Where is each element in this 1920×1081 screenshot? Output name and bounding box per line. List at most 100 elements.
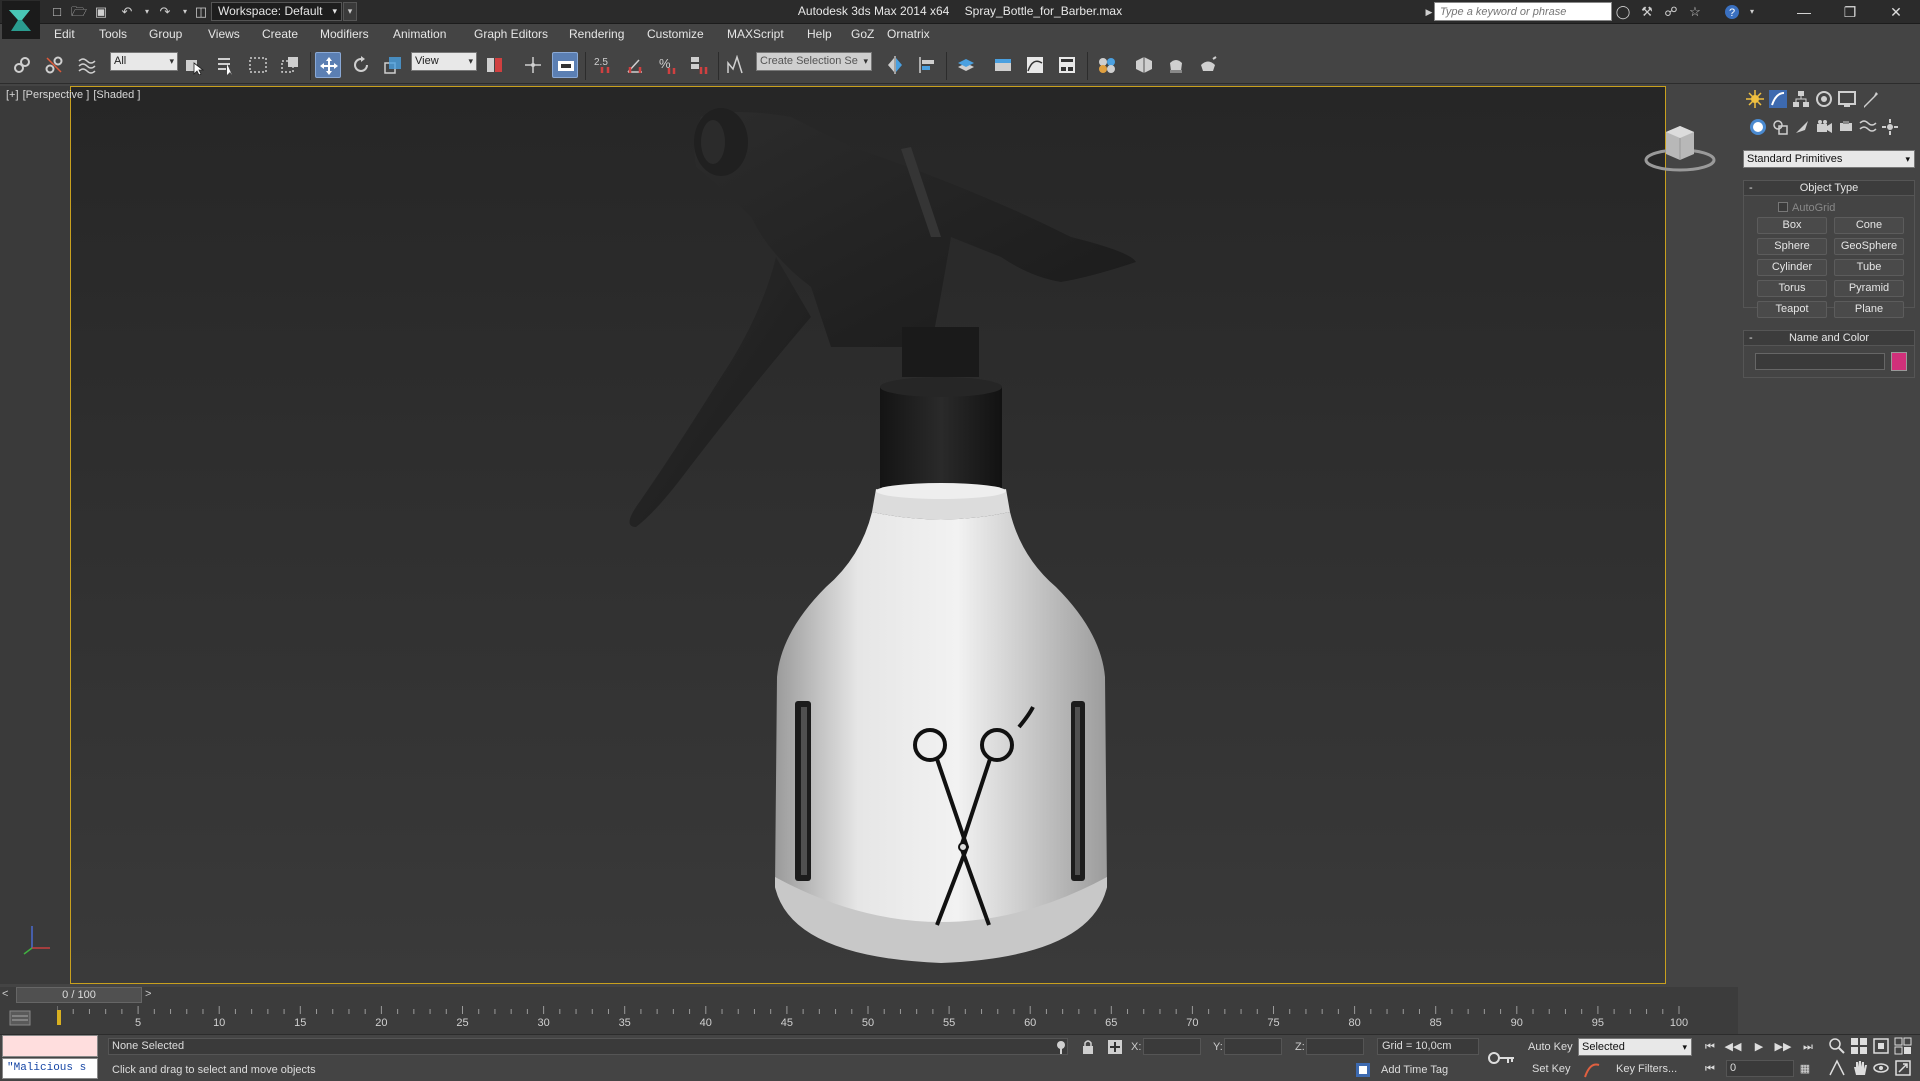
display-tab-icon[interactable] bbox=[1837, 89, 1857, 109]
trackbar-ruler[interactable]: 5 10 15 20 25 30 35 40 45 50 55 60 65 70 75 80 85 90 95 100 bbox=[57, 1004, 1737, 1034]
time-configuration-icon[interactable]: ▦ bbox=[1796, 1061, 1814, 1077]
pivot-center-icon[interactable] bbox=[481, 52, 507, 78]
schematic-view-icon[interactable] bbox=[1054, 52, 1080, 78]
track-bar[interactable]: 5 10 15 20 25 30 35 40 45 50 55 60 65 70 75 80 85 90 95 100 bbox=[0, 1004, 1738, 1034]
y-coordinate-input[interactable] bbox=[1224, 1038, 1282, 1055]
bind-space-warp-icon[interactable] bbox=[74, 52, 100, 78]
menu-animation[interactable]: Animation bbox=[393, 27, 446, 41]
angle-snap-icon[interactable] bbox=[622, 52, 648, 78]
close-icon[interactable]: ✕ bbox=[1873, 0, 1919, 24]
subscription-icon[interactable]: ⚒ bbox=[1638, 3, 1656, 21]
spray-bottle-model[interactable] bbox=[71, 87, 1666, 984]
select-and-rotate-icon[interactable] bbox=[348, 52, 374, 78]
menu-customize[interactable]: Customize bbox=[647, 27, 704, 41]
name-and-color-rollout-header[interactable]: - Name and Color bbox=[1743, 330, 1915, 346]
primitive-category-dropdown[interactable]: Standard Primitives ▾ bbox=[1743, 150, 1915, 168]
box-button[interactable]: Box bbox=[1757, 217, 1827, 234]
geosphere-button[interactable]: GeoSphere bbox=[1834, 238, 1904, 255]
select-manipulate-icon[interactable] bbox=[520, 52, 546, 78]
viewport-shading-label[interactable]: [Shaded ] bbox=[93, 89, 140, 101]
utilities-tab-icon[interactable] bbox=[1860, 89, 1880, 109]
auto-key-button[interactable]: Auto Key bbox=[1528, 1039, 1573, 1057]
cone-button[interactable]: Cone bbox=[1834, 217, 1904, 234]
select-object-icon[interactable] bbox=[181, 52, 207, 78]
cameras-icon[interactable] bbox=[1815, 118, 1833, 136]
viewport-pov-label[interactable]: [Perspective ] bbox=[23, 89, 90, 101]
hierarchy-tab-icon[interactable] bbox=[1791, 89, 1811, 109]
menu-tools[interactable]: Tools bbox=[99, 27, 127, 41]
time-slider-thumb[interactable]: 0 / 100 bbox=[16, 987, 142, 1003]
object-type-rollout-header[interactable]: - Object Type bbox=[1743, 180, 1915, 196]
render-setup-icon[interactable] bbox=[1131, 52, 1157, 78]
absolute-mode-transform-icon[interactable] bbox=[1107, 1039, 1123, 1055]
time-slider-next-arrow[interactable]: > bbox=[145, 988, 151, 1000]
modify-tab-icon[interactable] bbox=[1768, 89, 1788, 109]
render-production-icon[interactable] bbox=[1195, 52, 1221, 78]
pyramid-button[interactable]: Pyramid bbox=[1834, 280, 1904, 297]
maxscript-mini-listener-input[interactable]: "Malicious s bbox=[2, 1058, 98, 1079]
graphite-ribbon-icon[interactable] bbox=[990, 52, 1016, 78]
teapot-button[interactable]: Teapot bbox=[1757, 301, 1827, 318]
menu-ornatrix[interactable]: Ornatrix bbox=[887, 27, 930, 41]
minimize-icon[interactable]: — bbox=[1781, 0, 1827, 24]
curve-editor-icon[interactable] bbox=[1022, 52, 1048, 78]
helpers-icon[interactable] bbox=[1837, 118, 1855, 136]
field-of-view-icon[interactable] bbox=[1828, 1059, 1846, 1077]
systems-icon[interactable] bbox=[1881, 118, 1899, 136]
link-icon[interactable] bbox=[9, 52, 35, 78]
viewport-label[interactable]: [+] [Perspective ] [Shaded ] bbox=[6, 89, 141, 101]
previous-frame-icon[interactable]: ◀◀ bbox=[1724, 1039, 1742, 1055]
zoom-icon[interactable] bbox=[1828, 1037, 1846, 1055]
menu-group[interactable]: Group bbox=[149, 27, 182, 41]
default-tangent-icon[interactable] bbox=[1584, 1062, 1600, 1078]
app-logo[interactable] bbox=[2, 1, 40, 39]
zoom-extents-all-icon[interactable] bbox=[1894, 1037, 1912, 1055]
restore-icon[interactable]: ❐ bbox=[1827, 0, 1873, 24]
current-frame-marker[interactable] bbox=[57, 1010, 61, 1025]
time-slider[interactable]: < 0 / 100 > bbox=[0, 987, 1738, 1004]
keyboard-shortcut-override-icon[interactable] bbox=[552, 52, 578, 78]
menu-help[interactable]: Help bbox=[807, 27, 832, 41]
help-icon[interactable]: ? bbox=[1723, 3, 1741, 21]
orbit-icon[interactable] bbox=[1872, 1059, 1890, 1077]
unlink-icon[interactable] bbox=[41, 52, 67, 78]
menu-goz[interactable]: GoZ bbox=[851, 27, 874, 41]
geometry-icon[interactable] bbox=[1749, 118, 1767, 136]
set-key-button[interactable]: Set Key bbox=[1532, 1061, 1571, 1079]
autogrid-checkbox[interactable]: AutoGrid bbox=[1778, 202, 1835, 214]
menu-edit[interactable]: Edit bbox=[54, 27, 75, 41]
go-to-end-icon[interactable]: ⏭ bbox=[1799, 1039, 1817, 1055]
selection-lock-icon[interactable] bbox=[1080, 1039, 1096, 1055]
menu-maxscript[interactable]: MAXScript bbox=[727, 27, 784, 41]
set-keys-key-icon[interactable] bbox=[1488, 1049, 1516, 1070]
space-warps-icon[interactable] bbox=[1859, 118, 1877, 136]
cylinder-button[interactable]: Cylinder bbox=[1757, 259, 1827, 276]
favorites-star-icon[interactable]: ☆ bbox=[1686, 3, 1704, 21]
select-by-name-icon[interactable] bbox=[213, 52, 239, 78]
shapes-icon[interactable] bbox=[1771, 118, 1789, 136]
snaps-toggle-icon[interactable]: 2.5 bbox=[590, 52, 616, 78]
percent-snap-icon[interactable]: % bbox=[654, 52, 680, 78]
object-color-swatch[interactable] bbox=[1891, 352, 1907, 371]
create-tab-icon[interactable] bbox=[1745, 89, 1765, 109]
perspective-viewport[interactable] bbox=[70, 86, 1666, 984]
menu-views[interactable]: Views bbox=[208, 27, 240, 41]
maxscript-mini-listener-output[interactable] bbox=[2, 1035, 98, 1057]
named-selection-sets-dropdown[interactable]: Create Selection Se ▾ bbox=[756, 52, 872, 71]
zoom-extents-icon[interactable] bbox=[1872, 1037, 1890, 1055]
object-name-input[interactable] bbox=[1755, 353, 1885, 370]
key-mode-dropdown[interactable]: Selected ▾ bbox=[1578, 1038, 1692, 1056]
torus-button[interactable]: Torus bbox=[1757, 280, 1827, 297]
x-coordinate-input[interactable] bbox=[1143, 1038, 1201, 1055]
menu-modifiers[interactable]: Modifiers bbox=[320, 27, 369, 41]
communication-center-icon[interactable]: ☍ bbox=[1662, 3, 1680, 21]
rendered-frame-window-icon[interactable] bbox=[1163, 52, 1189, 78]
add-time-tag[interactable]: Add Time Tag bbox=[1381, 1064, 1448, 1076]
sphere-button[interactable]: Sphere bbox=[1757, 238, 1827, 255]
current-frame-input[interactable]: 0 bbox=[1726, 1060, 1794, 1077]
mirror-icon[interactable] bbox=[882, 52, 908, 78]
go-to-start-icon[interactable]: ⏮ bbox=[1701, 1039, 1719, 1055]
mini-curve-editor-icon[interactable] bbox=[8, 1008, 32, 1028]
viewcube-icon[interactable] bbox=[1640, 118, 1720, 181]
reference-coordinate-dropdown[interactable]: View ▾ bbox=[411, 52, 477, 71]
